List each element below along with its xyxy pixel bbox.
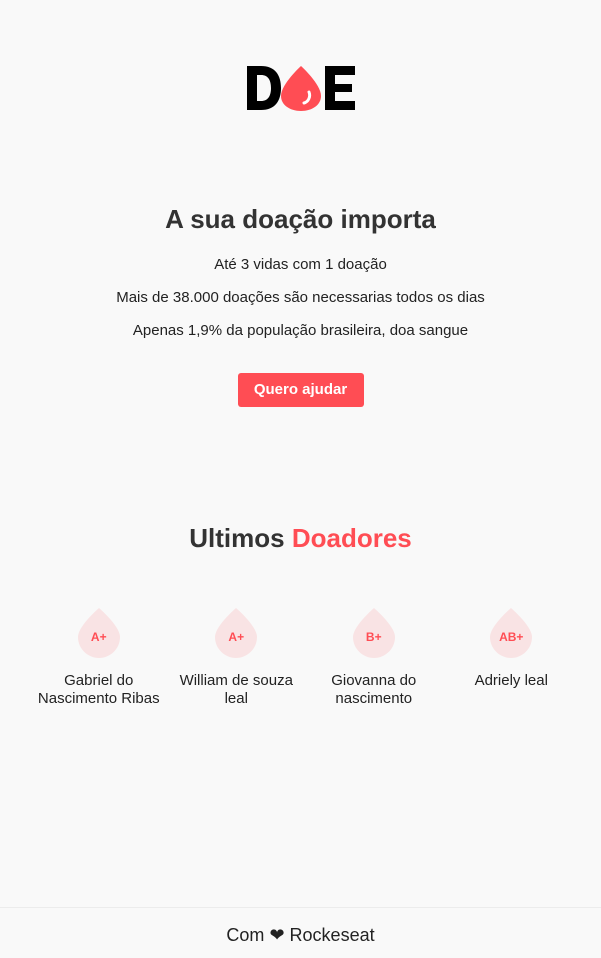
blood-drop-icon: AB+ [488, 606, 534, 660]
donor-name: Adriely leal [474, 672, 548, 689]
donor-name: Gabriel do Nascimento Ribas [37, 672, 160, 707]
help-button[interactable]: Quero ajudar [237, 373, 364, 407]
blood-drop-icon: B+ [351, 606, 397, 660]
blood-drop-icon: A+ [76, 606, 122, 660]
hero-section: A sua doação importa Até 3 vidas com 1 d… [0, 200, 601, 407]
footer: Com ❤ Rockeseat [0, 907, 601, 958]
hero-line-2: Mais de 38.000 doações são necessarias t… [116, 289, 485, 306]
logo-mark [246, 66, 355, 111]
blood-type: A+ [228, 630, 245, 644]
donor-card: B+ Giovanna do nascimento [305, 606, 443, 708]
hero-stats: Até 3 vidas com 1 doação Mais de 38.000 … [0, 248, 601, 347]
donor-card: A+ William de souza leal [168, 606, 306, 708]
hero-line-3: Apenas 1,9% da população brasileira, doa… [132, 322, 469, 339]
donor-name: William de souza leal [179, 672, 293, 707]
blood-drop-icon [280, 66, 321, 111]
donors-title: Ultimos Doadores [0, 520, 601, 556]
footer-prefix: Com [226, 925, 265, 945]
hero-line-1: Até 3 vidas com 1 doação [214, 256, 387, 273]
blood-drop-icon: A+ [213, 606, 259, 660]
donor-name: Giovanna do nascimento [331, 672, 417, 707]
blood-type: A+ [90, 630, 107, 644]
hero-title: A sua doação importa [165, 204, 436, 234]
donor-card: AB+ Adriely leal [443, 606, 581, 708]
footer-suffix: Rockeseat [289, 925, 375, 945]
donor-card: A+ Gabriel do Nascimento Ribas [30, 606, 168, 708]
donor-list: A+ Gabriel do Nascimento Ribas A+ Willia… [30, 606, 580, 708]
donors-title-plain: Ultimos [189, 523, 285, 553]
blood-type: B+ [365, 630, 382, 644]
donors-title-accent: Doadores [291, 523, 412, 553]
doe-logo [0, 64, 601, 117]
blood-type: AB+ [499, 630, 524, 644]
heart-icon: ❤ [269, 925, 285, 945]
